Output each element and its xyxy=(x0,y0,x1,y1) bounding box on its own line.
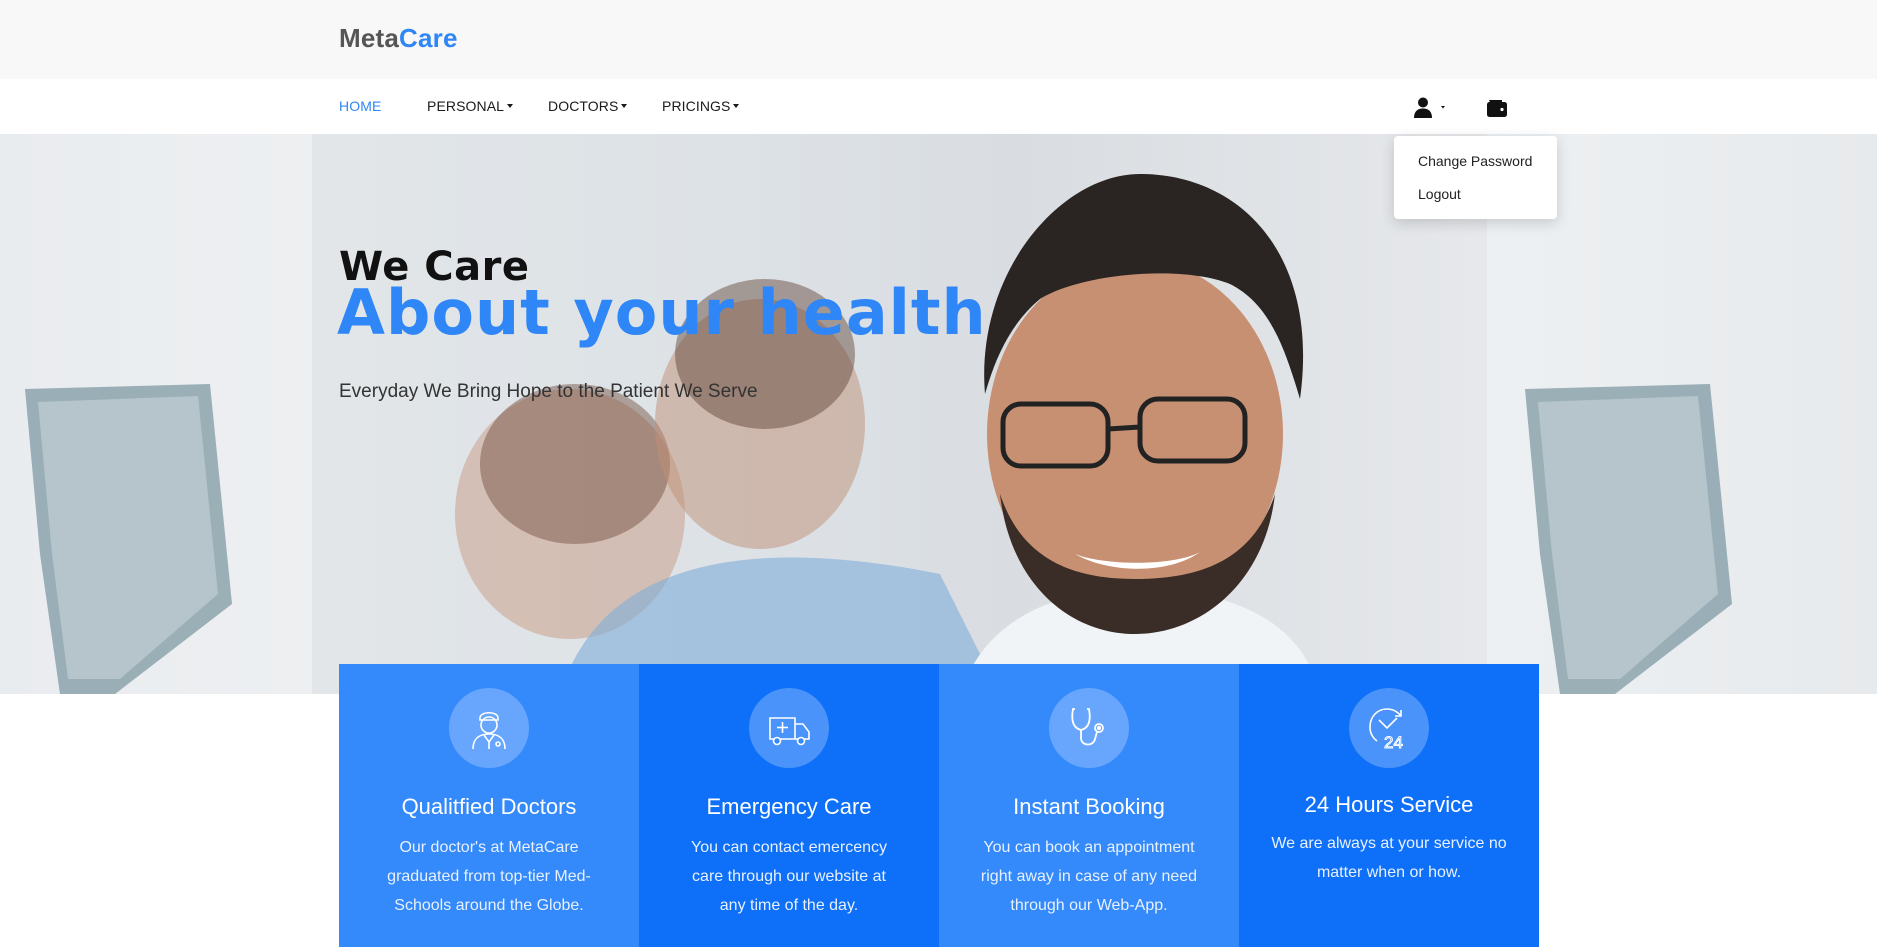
user-icon xyxy=(1414,97,1445,118)
nav-doctors-dropdown[interactable]: DOCTORS xyxy=(548,98,628,114)
hero-subtitle: Everyday We Bring Hope to the Patient We… xyxy=(339,381,758,402)
hero-heading-line2: About your health xyxy=(337,276,987,349)
brand-logo-part1: Meta xyxy=(339,23,400,53)
feature-text: We are always at your service no matter … xyxy=(1271,835,1507,881)
hero-photo xyxy=(25,174,1732,694)
feature-card-24-hours: 24 24 Hours Service We are always at you… xyxy=(1239,664,1539,947)
feature-card-emergency: Emergency Care You can contact emercency… xyxy=(639,664,939,947)
ambulance-icon xyxy=(769,717,810,746)
caret-down-icon xyxy=(621,104,628,108)
wallet-button[interactable] xyxy=(1485,96,1509,120)
change-password-item[interactable]: Change Password xyxy=(1418,153,1532,169)
logout-item[interactable]: Logout xyxy=(1418,186,1461,202)
doctor-icon xyxy=(472,711,506,750)
feature-card-booking: Instant Booking You can book an appointm… xyxy=(939,664,1239,947)
feature-title: Emergency Care xyxy=(706,794,872,819)
feature-icon-circle xyxy=(749,688,829,768)
user-dropdown-menu: Change Password Logout xyxy=(1394,136,1557,219)
caret-down-icon xyxy=(733,104,740,108)
caret-down-icon xyxy=(507,104,514,108)
feature-icon-circle: 24 xyxy=(1349,688,1429,768)
feature-icon-circle xyxy=(1049,688,1129,768)
feature-text: Our doctor's at MetaCare graduated from … xyxy=(387,839,591,914)
svg-text:24: 24 xyxy=(1384,733,1403,750)
nav-pricings-label: PRICINGS xyxy=(662,98,731,114)
nav-home[interactable]: HOME xyxy=(339,98,381,114)
feature-title: Qualitfied Doctors xyxy=(401,794,577,819)
nav-doctors-label: DOCTORS xyxy=(548,98,619,114)
feature-text: You can contact emercency care through o… xyxy=(691,839,887,914)
nav-personal-dropdown[interactable]: PERSONAL xyxy=(427,98,514,114)
brand-bar xyxy=(0,0,1877,79)
brand-logo[interactable]: MetaCare xyxy=(339,23,458,54)
user-menu-button[interactable] xyxy=(1413,96,1453,120)
feature-text: You can book an appointment right away i… xyxy=(980,839,1198,914)
brand-logo-part2: Care xyxy=(399,23,458,53)
nav-personal-label: PERSONAL xyxy=(427,98,505,114)
wallet-icon xyxy=(1487,100,1507,117)
features-section: Qualitfied Doctors Our doctor's at MetaC… xyxy=(339,664,1539,947)
hero-banner: We Care About your health Everyday We Br… xyxy=(0,134,1877,694)
clock-24-icon: 24 xyxy=(1369,708,1403,750)
main-navbar xyxy=(0,79,1877,134)
feature-icon-circle xyxy=(449,688,529,768)
nav-home-label: HOME xyxy=(339,98,382,114)
feature-card-doctors: Qualitfied Doctors Our doctor's at MetaC… xyxy=(339,664,639,947)
nav-pricings-dropdown[interactable]: PRICINGS xyxy=(662,98,740,114)
feature-title: Instant Booking xyxy=(1013,794,1165,819)
feature-title: 24 Hours Service xyxy=(1304,792,1474,817)
stethoscope-icon xyxy=(1071,708,1104,746)
